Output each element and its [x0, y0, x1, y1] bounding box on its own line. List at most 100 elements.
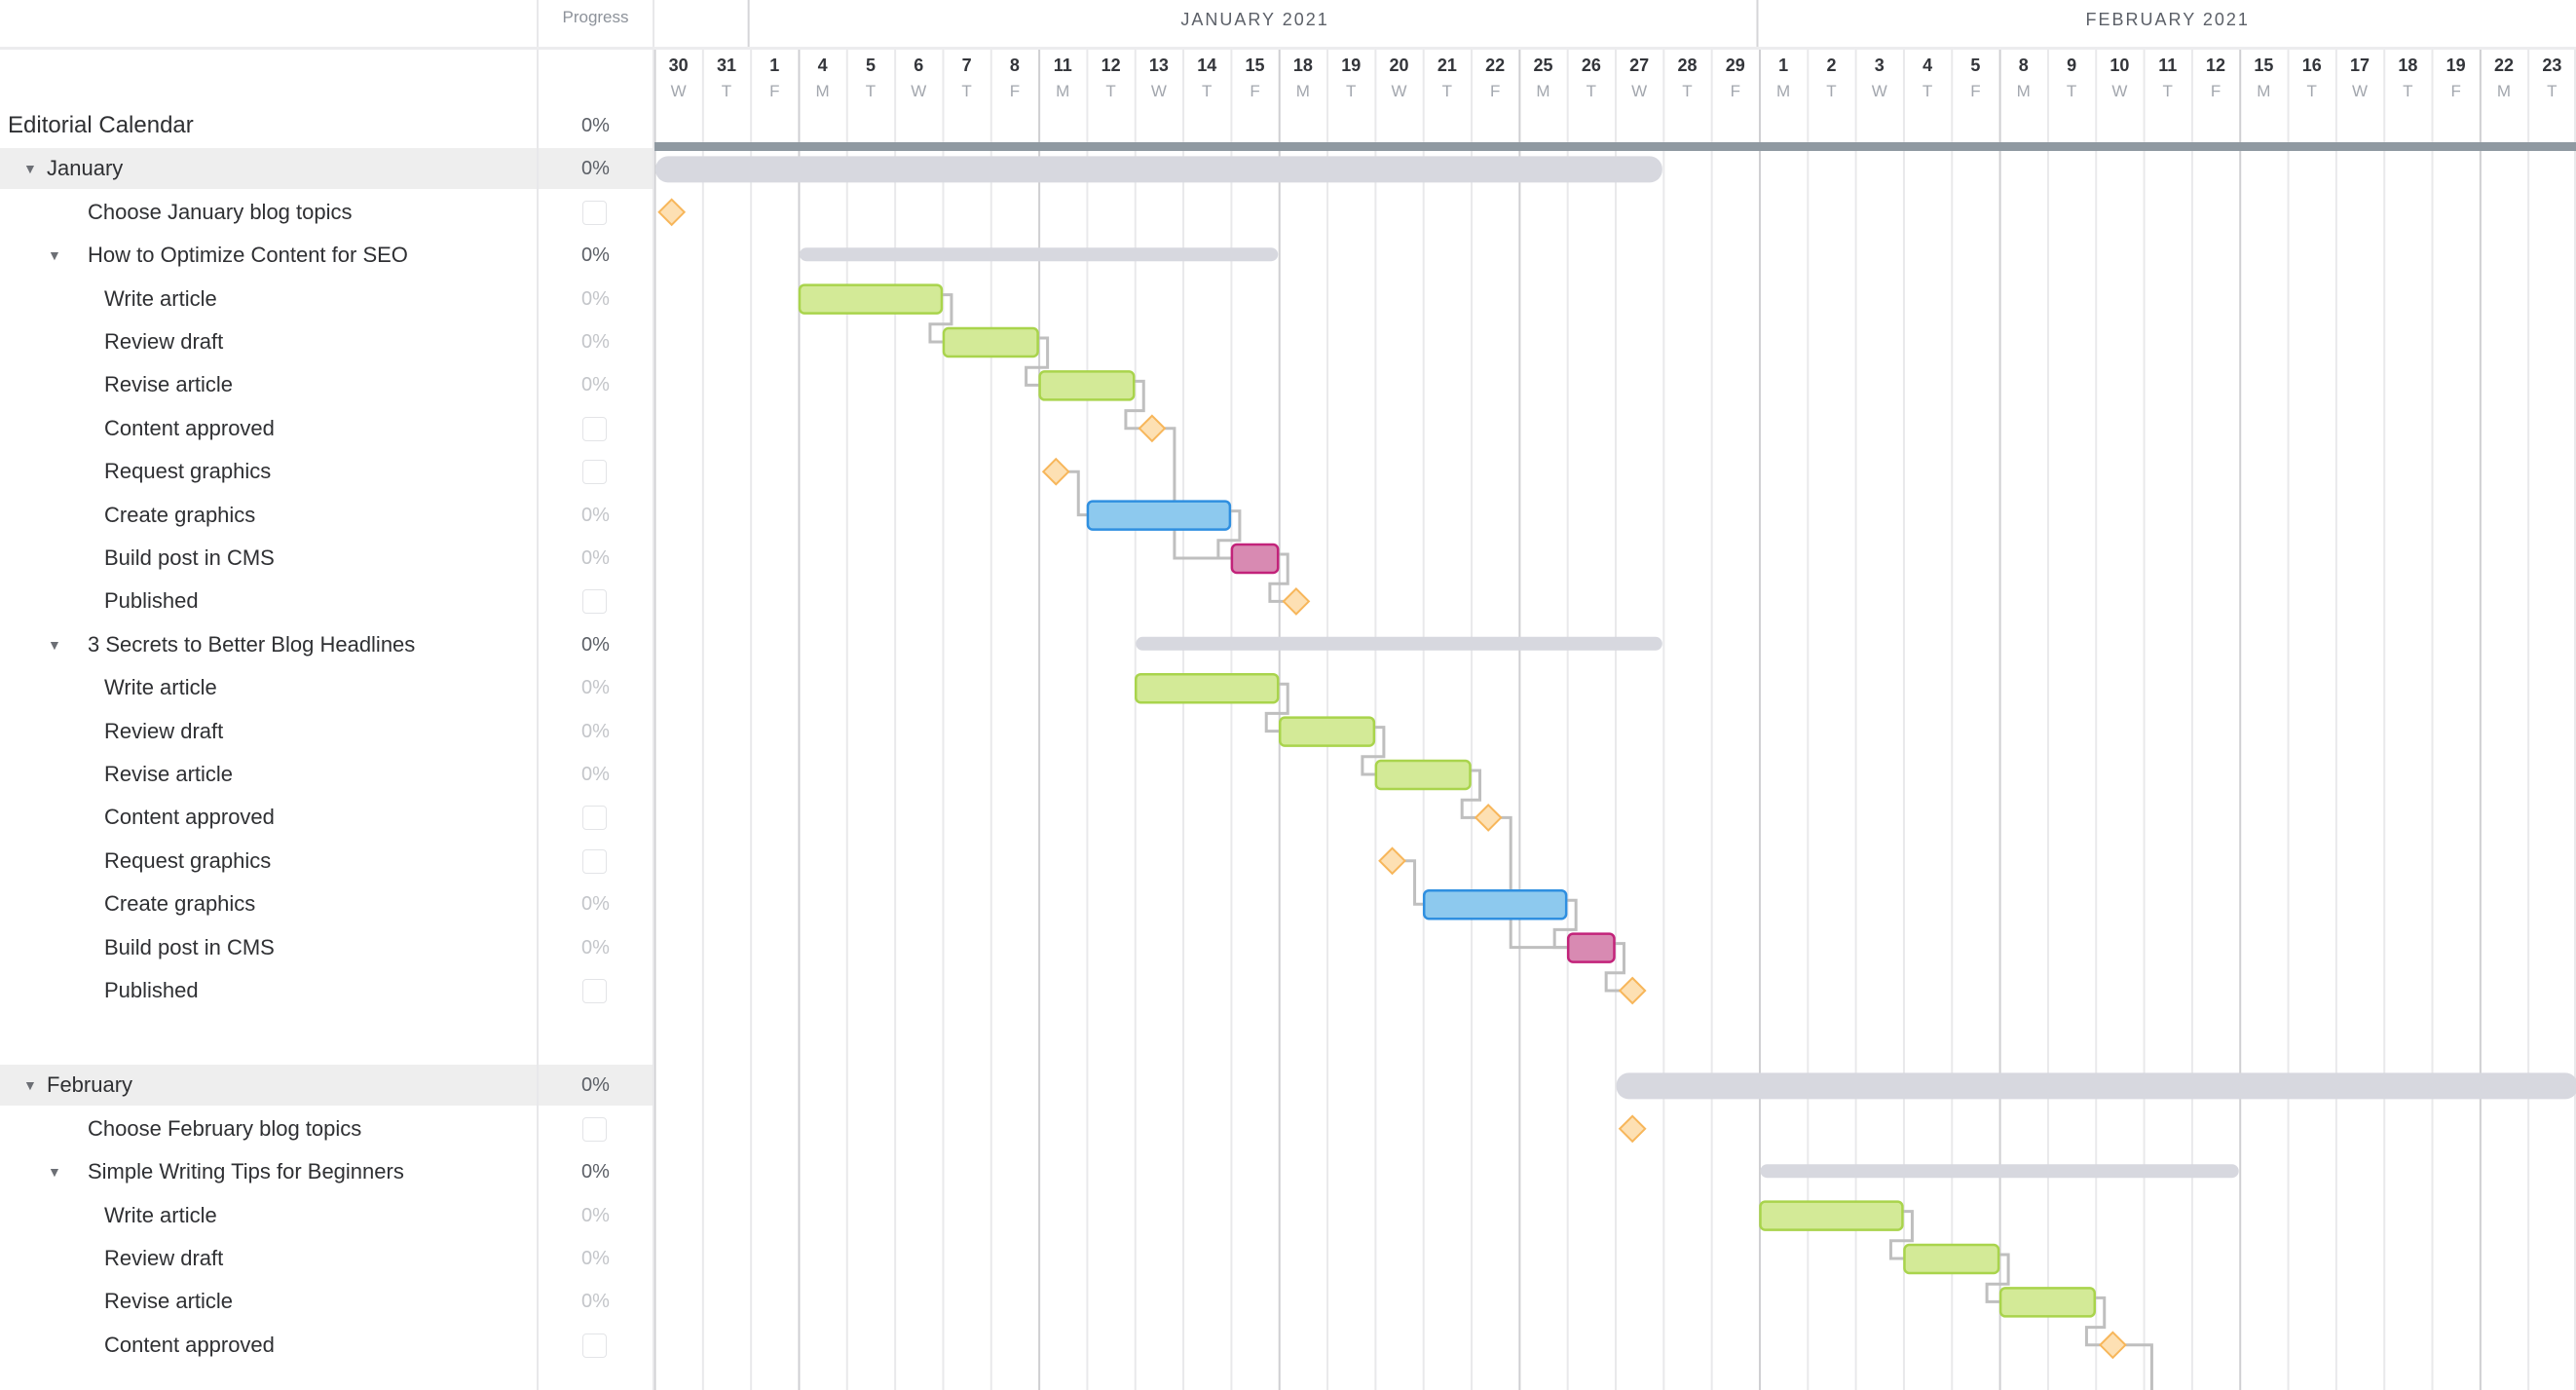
subgroup-summary-bar-tips[interactable] — [1760, 1164, 2239, 1179]
milestone-diamond-jan-topics[interactable] — [657, 198, 687, 227]
task-bar-tips-write[interactable] — [1759, 1200, 1904, 1231]
task-name[interactable]: How to Optimize Content for SEO — [88, 235, 408, 276]
group-summary-bar-jan[interactable] — [655, 156, 1662, 183]
task-bar-seo-revise[interactable] — [1038, 370, 1136, 401]
milestone-diamond-seo-published[interactable] — [1282, 586, 1311, 616]
task-row-tips-revise[interactable]: Revise article 0% — [0, 1281, 654, 1322]
task-name[interactable]: Content approved — [104, 408, 275, 449]
task-row-seo-build[interactable]: Build post in CMS 0% — [0, 538, 654, 579]
task-bar-seo-review[interactable] — [942, 326, 1039, 358]
task-name[interactable]: Create graphics — [104, 495, 255, 536]
task-name[interactable]: February — [47, 1065, 132, 1106]
task-name[interactable]: Review draft — [104, 711, 223, 752]
task-row-seo-request[interactable]: Request graphics — [0, 451, 654, 492]
task-row-tips[interactable]: ▼ Simple Writing Tips for Beginners 0% — [0, 1151, 654, 1192]
milestone-checkbox[interactable] — [582, 979, 607, 1003]
milestone-diamond-tips-approved[interactable] — [2098, 1331, 2127, 1360]
group-summary-bar-feb[interactable] — [1616, 1072, 2576, 1100]
collapse-triangle-icon[interactable]: ▼ — [48, 235, 61, 276]
collapse-triangle-icon[interactable]: ▼ — [48, 624, 61, 665]
task-name[interactable]: Review draft — [104, 321, 223, 362]
progress-column-header[interactable]: Progress — [537, 8, 654, 27]
task-name[interactable]: Choose February blog topics — [88, 1108, 361, 1149]
task-name[interactable]: Editorial Calendar — [8, 105, 194, 146]
task-name[interactable]: Revise article — [104, 754, 233, 795]
milestone-diamond-hl-published[interactable] — [1618, 976, 1647, 1005]
task-row-seo-approved[interactable]: Content approved — [0, 408, 654, 449]
task-name[interactable]: Review draft — [104, 1238, 223, 1279]
task-row-tips-approved[interactable]: Content approved — [0, 1325, 654, 1366]
milestone-checkbox[interactable] — [582, 416, 607, 441]
task-bar-hl-create[interactable] — [1422, 888, 1568, 920]
task-row-hl-build[interactable]: Build post in CMS 0% — [0, 927, 654, 968]
milestone-checkbox[interactable] — [582, 1333, 607, 1358]
task-name[interactable]: Revise article — [104, 364, 233, 405]
task-name[interactable]: Build post in CMS — [104, 538, 275, 579]
task-row-jan-topics[interactable]: Choose January blog topics — [0, 192, 654, 233]
task-row-seo-write[interactable]: Write article 0% — [0, 279, 654, 319]
task-bar-hl-build[interactable] — [1566, 932, 1616, 963]
task-name[interactable]: Write article — [104, 667, 217, 708]
milestone-checkbox[interactable] — [582, 848, 607, 874]
milestone-checkbox[interactable] — [582, 589, 607, 615]
task-row-feb[interactable]: ▼ February 0% — [0, 1065, 654, 1107]
task-row-hl-create[interactable]: Create graphics 0% — [0, 883, 654, 924]
task-row-seo[interactable]: ▼ How to Optimize Content for SEO 0% — [0, 235, 654, 276]
collapse-triangle-icon[interactable]: ▼ — [23, 148, 37, 189]
task-row-hl[interactable]: ▼ 3 Secrets to Better Blog Headlines 0% — [0, 624, 654, 665]
task-bar-hl-write[interactable] — [1135, 672, 1280, 704]
task-row-seo-create[interactable]: Create graphics 0% — [0, 495, 654, 536]
milestone-diamond-hl-request[interactable] — [1378, 846, 1406, 876]
task-bar-seo-write[interactable] — [798, 283, 944, 315]
task-row-feb-topics[interactable]: Choose February blog topics — [0, 1108, 654, 1149]
milestone-diamond-seo-approved[interactable] — [1138, 414, 1167, 443]
task-name[interactable]: Create graphics — [104, 883, 255, 924]
subgroup-summary-bar-hl[interactable] — [1136, 636, 1662, 651]
task-name[interactable]: Revise article — [104, 1281, 233, 1322]
task-row-jan[interactable]: ▼ January 0% — [0, 148, 654, 190]
task-row-hl-write[interactable]: Write article 0% — [0, 667, 654, 708]
task-row-tips-write[interactable]: Write article 0% — [0, 1195, 654, 1236]
task-name[interactable]: Content approved — [104, 1325, 275, 1366]
task-name[interactable]: Content approved — [104, 797, 275, 838]
task-row-hl-review[interactable]: Review draft 0% — [0, 711, 654, 752]
task-row-editorial[interactable]: Editorial Calendar 0% — [0, 105, 654, 146]
task-name[interactable]: Published — [104, 970, 199, 1011]
task-row-hl-approved[interactable]: Content approved — [0, 797, 654, 838]
task-row-tips-review[interactable]: Review draft 0% — [0, 1238, 654, 1279]
task-name[interactable]: Choose January blog topics — [88, 192, 353, 233]
task-bar-seo-build[interactable] — [1230, 543, 1280, 575]
name-column-divider[interactable] — [537, 0, 539, 1390]
subgroup-summary-bar-seo[interactable] — [799, 247, 1279, 262]
task-name[interactable]: Request graphics — [104, 451, 271, 492]
milestone-checkbox[interactable] — [582, 806, 607, 831]
task-bar-hl-review[interactable] — [1278, 716, 1376, 747]
milestone-checkbox[interactable] — [582, 200, 607, 225]
milestone-diamond-seo-request[interactable] — [1041, 457, 1070, 486]
task-row-seo-published[interactable]: Published — [0, 581, 654, 621]
task-name[interactable]: January — [47, 148, 123, 189]
progress-column-divider[interactable] — [653, 0, 654, 1390]
task-name[interactable]: Write article — [104, 1195, 217, 1236]
task-bar-hl-revise[interactable] — [1374, 759, 1472, 791]
task-row-hl-request[interactable]: Request graphics — [0, 841, 654, 882]
task-row-hl-revise[interactable]: Revise article 0% — [0, 754, 654, 795]
collapse-triangle-icon[interactable]: ▼ — [23, 1065, 37, 1106]
task-name[interactable]: 3 Secrets to Better Blog Headlines — [88, 624, 415, 665]
task-row-seo-revise[interactable]: Revise article 0% — [0, 364, 654, 405]
task-name[interactable]: Simple Writing Tips for Beginners — [88, 1151, 404, 1192]
task-bar-tips-review[interactable] — [1903, 1243, 2000, 1275]
milestone-diamond-hl-approved[interactable] — [1474, 803, 1503, 832]
task-name[interactable]: Request graphics — [104, 841, 271, 882]
milestone-diamond-feb-topics[interactable] — [1618, 1114, 1647, 1144]
task-row-hl-published[interactable]: Published — [0, 970, 654, 1011]
task-bar-seo-create[interactable] — [1086, 500, 1232, 531]
milestone-checkbox[interactable] — [582, 1116, 607, 1142]
project-summary-bar[interactable] — [654, 142, 2576, 151]
task-name[interactable]: Build post in CMS — [104, 927, 275, 968]
task-name[interactable]: Published — [104, 581, 199, 621]
task-row-seo-review[interactable]: Review draft 0% — [0, 321, 654, 362]
collapse-triangle-icon[interactable]: ▼ — [48, 1151, 61, 1192]
task-bar-tips-revise[interactable] — [1998, 1287, 2096, 1318]
task-name[interactable]: Write article — [104, 279, 217, 319]
